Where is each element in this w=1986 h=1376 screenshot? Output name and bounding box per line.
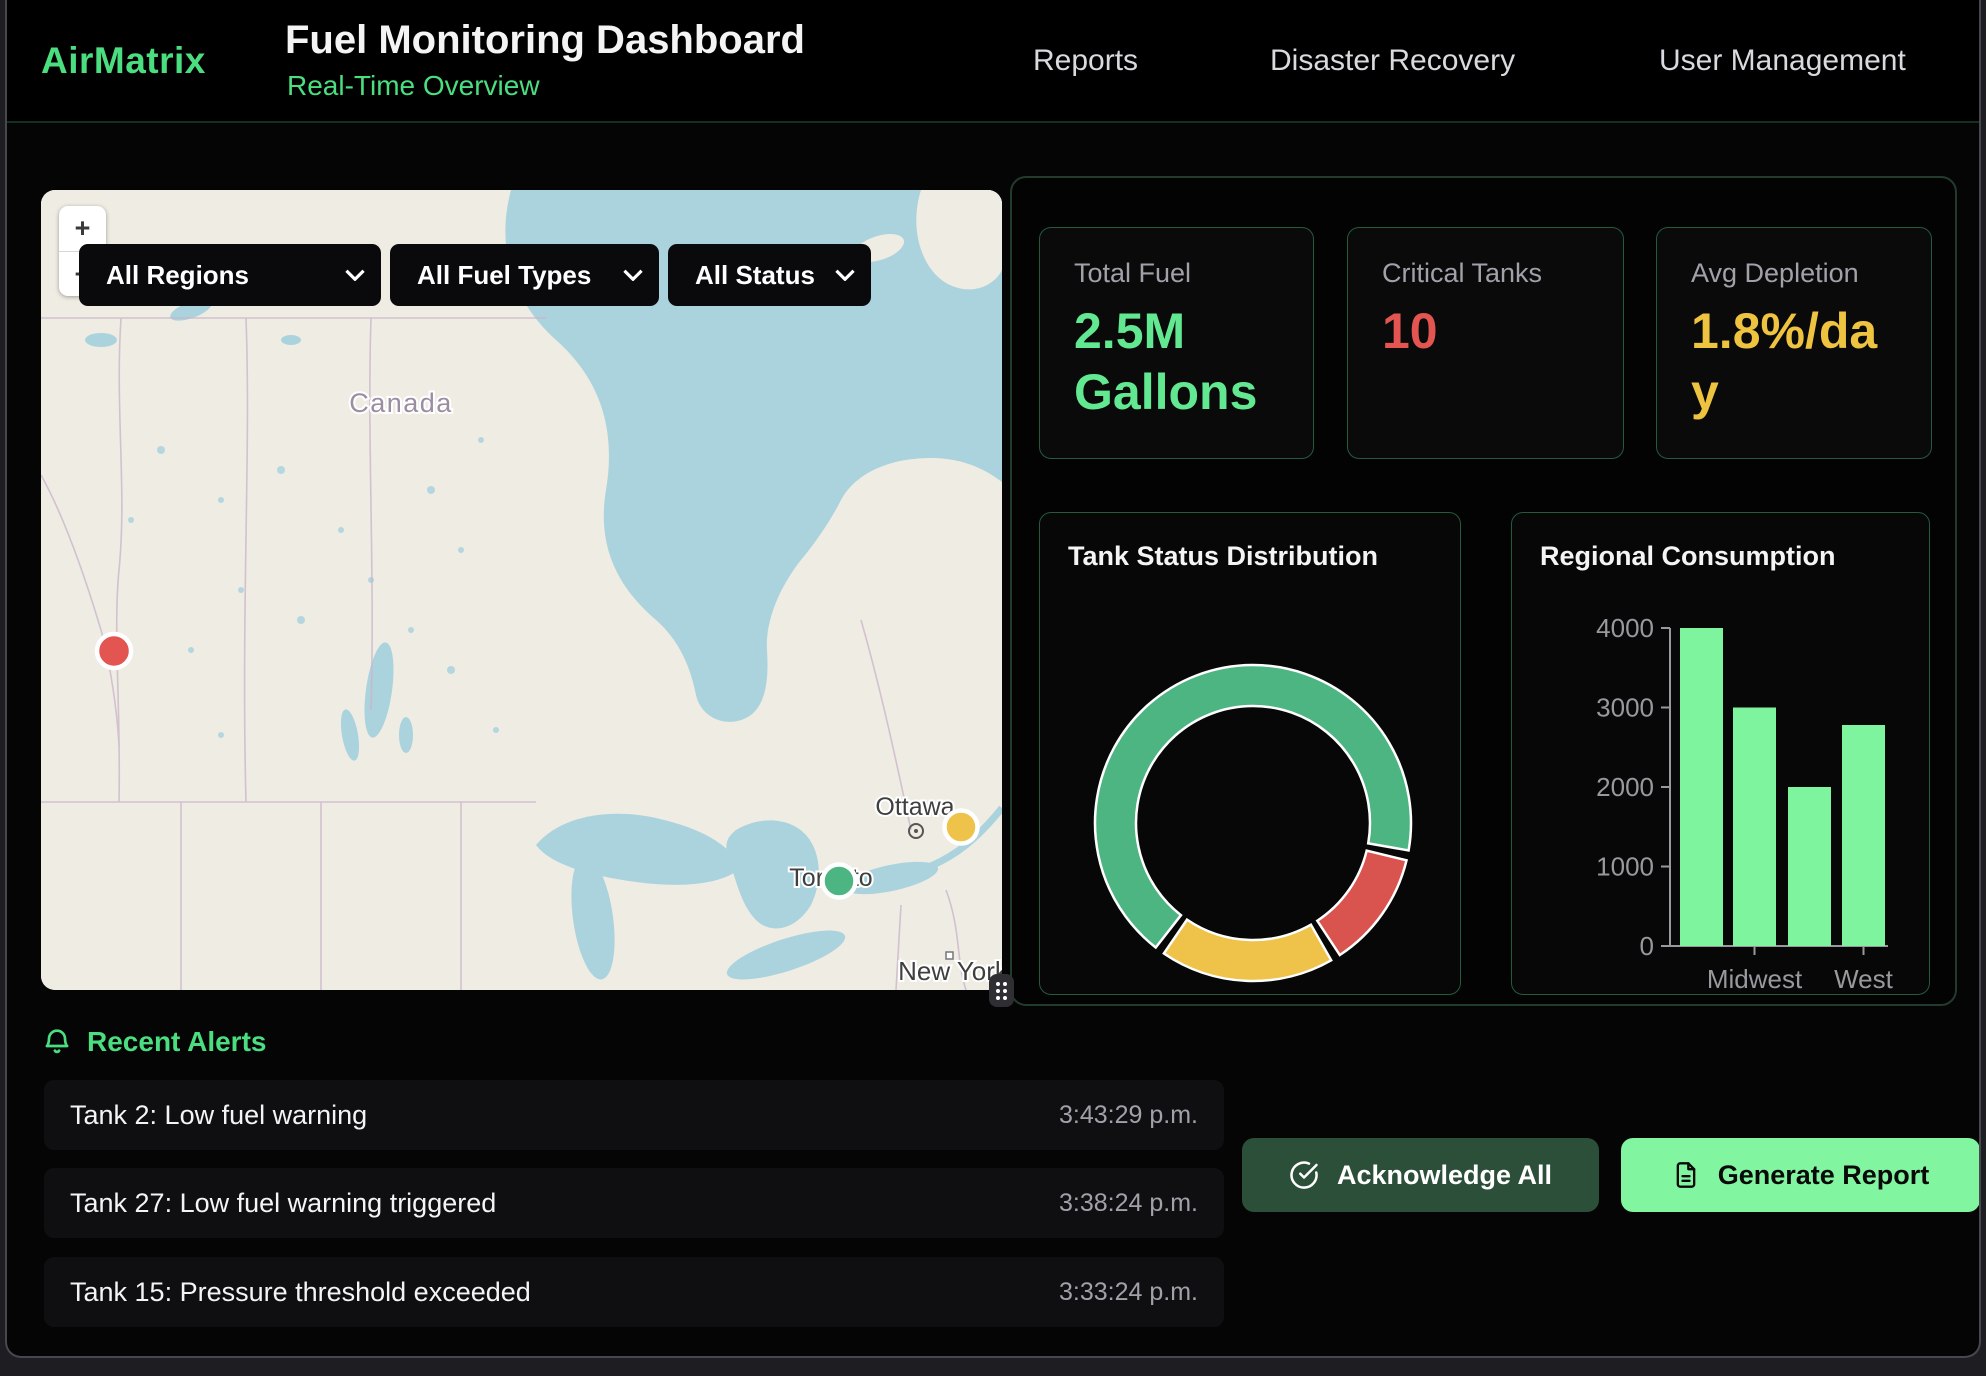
stat-label: Critical Tanks — [1382, 258, 1589, 289]
tank-status-chart-card: Tank Status Distribution — [1039, 512, 1461, 995]
region-filter-value: All Regions — [106, 260, 249, 291]
app-window: AirMatrix Fuel Monitoring Dashboard Real… — [5, 0, 1981, 1358]
stat-value: 2.5M Gallons — [1074, 301, 1279, 423]
svg-text:4000: 4000 — [1596, 613, 1654, 643]
alert-row[interactable]: Tank 2: Low fuel warning 3:43:29 p.m. — [44, 1080, 1224, 1150]
map-panel: Canada Ottawa Toronto New York + − — [41, 190, 1002, 990]
svg-text:3000: 3000 — [1596, 693, 1654, 723]
stat-card-critical-tanks: Critical Tanks 10 — [1347, 227, 1624, 459]
nav-disaster-recovery[interactable]: Disaster Recovery — [1270, 0, 1515, 121]
tank-status-donut-chart — [1040, 513, 1461, 995]
header: AirMatrix Fuel Monitoring Dashboard Real… — [7, 0, 1979, 123]
stat-value: 1.8%/day — [1691, 301, 1897, 423]
region-filter-dropdown[interactable]: All Regions — [79, 244, 381, 306]
recent-alerts-title: Recent Alerts — [87, 1026, 266, 1058]
fuel-type-filter-dropdown[interactable]: All Fuel Types — [390, 244, 659, 306]
stat-card-avg-depletion: Avg Depletion 1.8%/day — [1656, 227, 1932, 459]
stat-label: Avg Depletion — [1691, 258, 1897, 289]
alert-timestamp: 3:38:24 p.m. — [1059, 1189, 1198, 1218]
document-icon — [1672, 1161, 1700, 1189]
svg-text:2000: 2000 — [1596, 772, 1654, 802]
acknowledge-all-label: Acknowledge All — [1337, 1160, 1552, 1191]
fuel-type-filter-value: All Fuel Types — [417, 260, 591, 291]
generate-report-button[interactable]: Generate Report — [1621, 1138, 1980, 1212]
chevron-down-icon — [325, 269, 365, 281]
nav-user-management[interactable]: User Management — [1659, 0, 1906, 121]
app-logo: AirMatrix — [41, 0, 206, 121]
warning-tank-marker[interactable] — [945, 811, 978, 844]
regional-consumption-chart-card: Regional Consumption 01000200030004000Mi… — [1511, 512, 1930, 995]
svg-text:1000: 1000 — [1596, 852, 1654, 882]
label-canada: Canada — [349, 388, 453, 418]
status-filter-dropdown[interactable]: All Status — [668, 244, 871, 306]
stat-card-total-fuel: Total Fuel 2.5M Gallons — [1039, 227, 1314, 459]
label-ottawa: Ottawa — [875, 793, 954, 821]
map-resize-handle[interactable] — [989, 974, 1014, 1007]
alert-timestamp: 3:43:29 p.m. — [1059, 1101, 1198, 1130]
alert-row[interactable]: Tank 15: Pressure threshold exceeded 3:3… — [44, 1257, 1224, 1327]
chevron-down-icon — [603, 269, 643, 281]
normal-tank-marker[interactable] — [823, 865, 856, 898]
label-new-york: New York — [898, 956, 1002, 986]
check-circle-icon — [1289, 1160, 1319, 1190]
page-subtitle: Real-Time Overview — [287, 70, 540, 102]
recent-alerts-header: Recent Alerts — [41, 1026, 266, 1058]
svg-text:West: West — [1834, 964, 1894, 994]
svg-text:Midwest: Midwest — [1707, 964, 1803, 994]
stat-label: Total Fuel — [1074, 258, 1279, 289]
generate-report-label: Generate Report — [1718, 1160, 1930, 1191]
regional-consumption-bar-chart: 0 1000 2000 3000 4000 Midwest West — [1512, 513, 1930, 995]
status-filter-value: All Status — [695, 260, 815, 291]
map-graphic: Canada Ottawa Toronto New York — [41, 190, 1002, 990]
svg-text:0: 0 — [1640, 931, 1654, 961]
stat-value: 10 — [1382, 301, 1589, 362]
map-filters: All Regions All Fuel Types All Status — [79, 244, 871, 306]
metrics-panel: Total Fuel 2.5M Gallons Critical Tanks 1… — [1010, 176, 1957, 1006]
acknowledge-all-button[interactable]: Acknowledge All — [1242, 1138, 1599, 1212]
critical-tank-marker[interactable] — [97, 634, 131, 668]
alert-message: Tank 15: Pressure threshold exceeded — [70, 1277, 531, 1308]
map-canvas[interactable]: Canada Ottawa Toronto New York — [41, 190, 1002, 990]
page-title: Fuel Monitoring Dashboard — [285, 18, 805, 63]
nav-reports[interactable]: Reports — [1033, 0, 1138, 121]
alert-timestamp: 3:33:24 p.m. — [1059, 1278, 1198, 1307]
alert-row[interactable]: Tank 27: Low fuel warning triggered 3:38… — [44, 1168, 1224, 1238]
alert-message: Tank 2: Low fuel warning — [70, 1100, 367, 1131]
alert-message: Tank 27: Low fuel warning triggered — [70, 1188, 496, 1219]
chevron-down-icon — [815, 269, 855, 281]
bell-icon — [41, 1026, 73, 1058]
